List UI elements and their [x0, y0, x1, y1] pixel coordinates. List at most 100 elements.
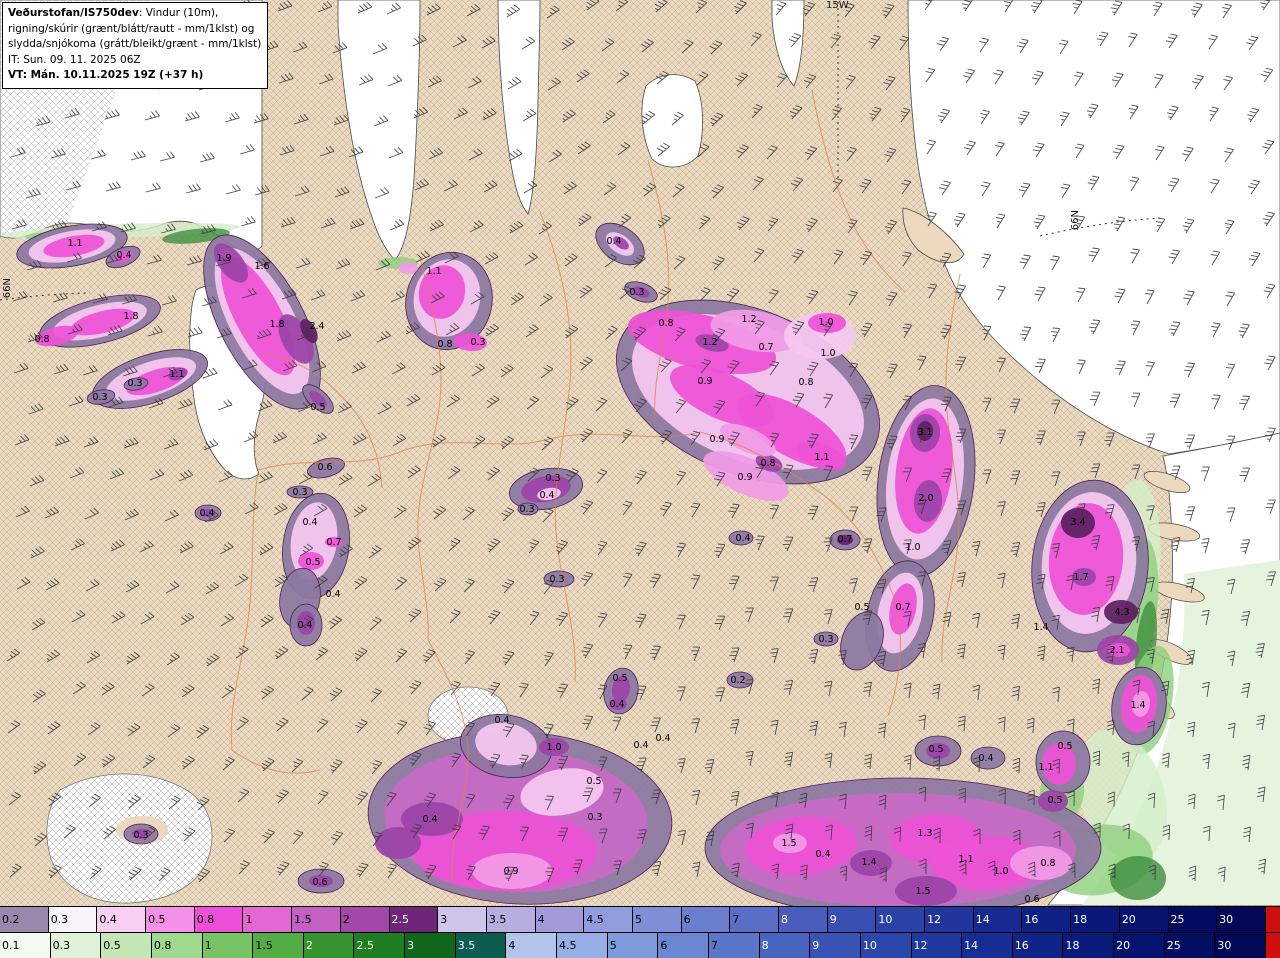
precip-value-label: 0.5 [310, 402, 325, 413]
colorbar-cell: 0.2 [0, 907, 49, 932]
precip-value-label: 0.7 [895, 602, 910, 613]
precip-value-label: 0.5 [586, 776, 601, 787]
weather-forecast-map: 1.1 0.4 1.9 1.6 1.1 0.4 0.3 1.8 0.8 1.8 2.4 0.8 1.2 1… [0, 0, 1280, 958]
colorbar-cell: 3 [438, 907, 487, 932]
precip-value-label: 0.8 [760, 458, 775, 469]
legend-colorbars: 0.2 0.3 0.4 0.5 0.8 1 1.5 2 2.5 3 3.5 4 4.5 5 6 7 8 9 10 12… [0, 906, 1280, 958]
sleet-snow-colorbar: 0.1 0.3 0.5 0.8 1 1.5 2 2.5 3 3.5 4 4.5 5 6 7 8 9 10 12 14 1… [0, 932, 1280, 958]
precip-value-label: 1.1 [958, 854, 973, 865]
precip-value-label: 0.3 [629, 287, 644, 298]
precip-value-label: 0.6 [1024, 894, 1039, 905]
colorbar-cell: 1 [243, 907, 293, 932]
colorbar-cell: 2 [340, 907, 390, 932]
colorbar-tick-label: 6 [660, 939, 668, 952]
colorbar-cell: 0.5 [146, 907, 195, 932]
precip-value-label: 0.5 [612, 673, 627, 684]
precip-value-label: 0.9 [709, 434, 724, 445]
precip-value-label: 1.0 [546, 742, 561, 753]
colorbar-tick-label: 0.3 [52, 939, 71, 952]
colorbar-tick-label: 20 [1121, 913, 1136, 926]
precip-value-label: 0.3 [545, 473, 560, 484]
precip-value-label: 0.9 [697, 376, 712, 387]
colorbar-tick-label: 18 [1073, 913, 1088, 926]
colorbar-tick-label: 8 [781, 913, 788, 926]
colorbar-cell: 25 [1164, 933, 1216, 958]
colorbar-cell: 10 [876, 907, 926, 932]
precip-value-label: 1.7 [1073, 572, 1088, 583]
precip-value-label: 0.3 [587, 812, 602, 823]
rain-colorbar: 0.2 0.3 0.4 0.5 0.8 1 1.5 2 2.5 3 3.5 4 4.5 5 6 7 8 9 10 12… [0, 906, 1280, 932]
precip-value-label: 1.0 [818, 317, 833, 328]
precip-value-label: 0.3 [470, 337, 485, 348]
precip-value-label: 0.8 [658, 318, 673, 329]
colorbar-cell: 20 [1114, 933, 1165, 958]
precip-value-label: 0.5 [1057, 741, 1072, 752]
colorbar-cell: 8 [759, 933, 811, 958]
colorbar-tick-label: 4 [537, 913, 545, 926]
colorbar-end-cell [1265, 907, 1280, 932]
colorbar-cell: 0.5 [101, 933, 152, 958]
colorbar-tick-label: 1 [245, 913, 253, 926]
precip-value-label: 0.7 [326, 537, 341, 548]
colorbar-cell: 30 [1217, 907, 1266, 932]
precip-value-label: 0.6 [317, 462, 332, 473]
precip-value-label: 1.8 [123, 311, 138, 322]
model-info-box: Veðurstofan/IS750dev: Vindur (10m), rign… [2, 2, 269, 89]
colorbar-cell: 2.5 [389, 907, 439, 932]
colorbar-tick-label: 18 [1065, 939, 1080, 952]
colorbar-cell: 1.5 [292, 907, 341, 932]
precip-value-label: 1.5 [915, 886, 930, 897]
colorbar-end-cell [1266, 933, 1280, 958]
precip-value-label: 2.4 [309, 321, 324, 332]
precip-value-label: 0.7 [758, 342, 773, 353]
colorbar-cell: 12 [925, 907, 974, 932]
precip-value-label: 0.4 [606, 236, 621, 247]
precip-value-label: 1.0 [905, 542, 920, 553]
model-variables: : Vindur (10m), [138, 7, 219, 19]
precip-value-label: 1.0 [993, 866, 1008, 877]
precip-value-label: 0.5 [854, 602, 869, 613]
colorbar-tick-label: 0.1 [2, 939, 20, 952]
precip-value-label: 0.4 [422, 814, 437, 825]
colorbar-cell: 0.4 [97, 907, 147, 932]
colorbar-tick-label: 16 [1024, 913, 1039, 926]
precip-value-label: 0.7 [837, 534, 852, 545]
precip-value-label: 1.1 [814, 452, 829, 463]
colorbar-tick-label: 25 [1170, 913, 1185, 926]
colorbar-tick-label: 9 [812, 939, 820, 952]
colorbar-tick-label: 30 [1219, 913, 1234, 926]
precip-value-label: 1.2 [741, 314, 756, 325]
colorbar-cell: 9 [810, 933, 861, 958]
colorbar-tick-label: 1.5 [255, 939, 273, 952]
precip-value-label: 0.8 [437, 339, 452, 350]
colorbar-tick-label: 6 [683, 913, 691, 926]
precip-value-label: 0.4 [609, 699, 624, 710]
precip-value-label: 0.3 [292, 487, 307, 498]
colorbar-cell: 12 [911, 933, 963, 958]
colorbar-cell: 0.3 [50, 933, 102, 958]
colorbar-tick-label: 14 [964, 939, 979, 952]
precip-value-label: 0.9 [737, 472, 752, 483]
precip-value-label: 0.6 [312, 877, 327, 888]
colorbar-tick-label: 0.5 [148, 913, 166, 926]
colorbar-cell: 4 [535, 907, 585, 932]
precip-value-label: 2.0 [918, 493, 933, 504]
info-line-title: Veðurstofan/IS750dev: Vindur (10m), [8, 6, 261, 22]
colorbar-cell: 1.5 [253, 933, 304, 958]
colorbar-cell: 8 [779, 907, 828, 932]
colorbar-cell: 5 [607, 933, 659, 958]
precip-value-label: 1.4 [1033, 622, 1048, 633]
colorbar-cell: 0.1 [0, 933, 51, 958]
precip-value-label: 0.4 [494, 715, 509, 726]
colorbar-cell: 10 [860, 933, 912, 958]
colorbar-tick-label: 10 [878, 913, 893, 926]
precip-value-label: 3.1 [917, 427, 932, 438]
precip-value-label: 1.8 [269, 319, 284, 330]
colorbar-cell: 0.8 [194, 907, 244, 932]
colorbar-tick-label: 8 [761, 939, 769, 952]
colorbar-tick-label: 16 [1014, 939, 1029, 952]
colorbar-tick-label: 10 [862, 939, 877, 952]
precip-value-label: 0.4 [815, 849, 830, 860]
colorbar-cell: 14 [962, 933, 1013, 958]
colorbar-cell: 4.5 [557, 933, 608, 958]
